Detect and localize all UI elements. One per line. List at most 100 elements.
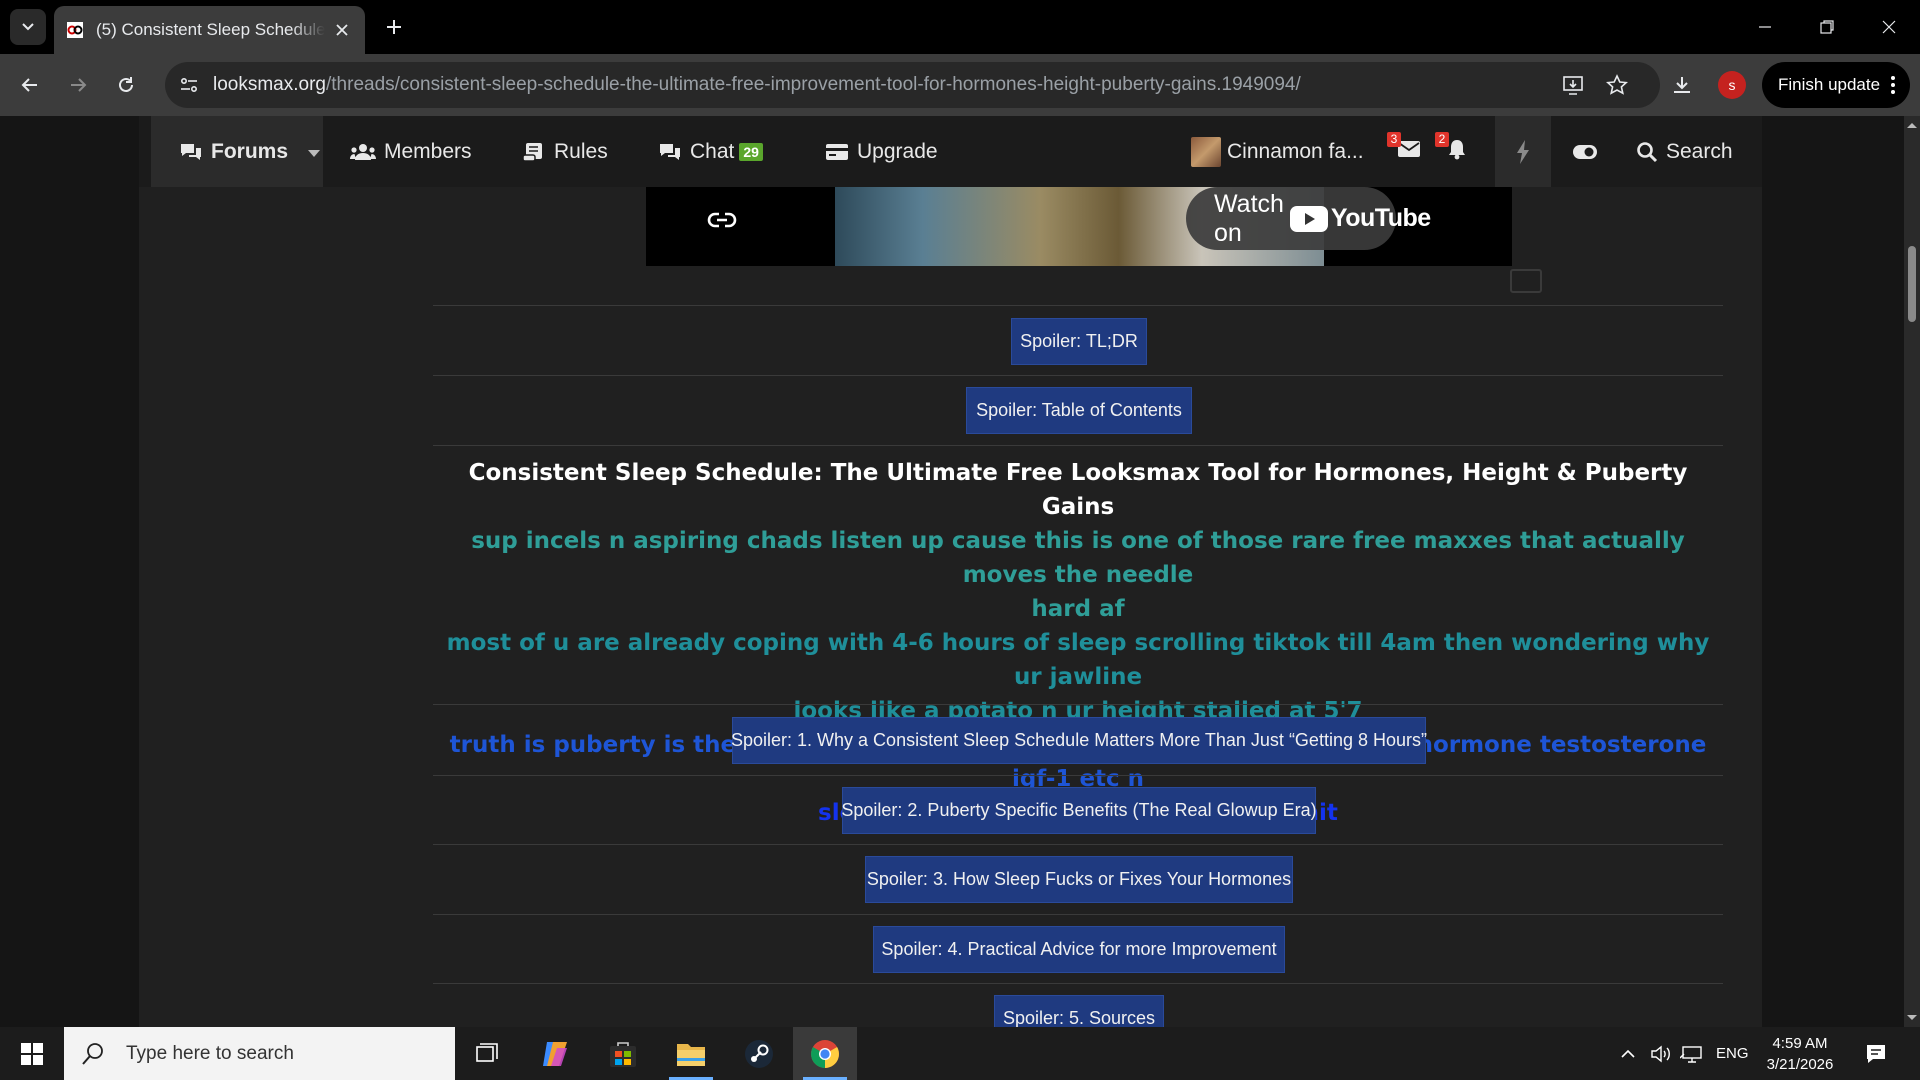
steam-icon — [745, 1039, 773, 1068]
notifications-button[interactable] — [1865, 1027, 1887, 1080]
spoiler-toc-button[interactable]: Spoiler: Table of Contents — [966, 387, 1192, 434]
taskbar-clock[interactable]: 4:59 AM 3/21/2026 — [1760, 1033, 1840, 1075]
divider — [433, 375, 1723, 376]
reload-button[interactable] — [108, 67, 144, 103]
restore-button[interactable] — [1797, 8, 1857, 46]
input-language[interactable]: ENG — [1716, 1027, 1749, 1080]
new-tab-button[interactable] — [380, 13, 408, 41]
plus-icon — [387, 20, 401, 34]
install-app-icon[interactable] — [1559, 71, 1587, 99]
close-window-button[interactable] — [1859, 8, 1919, 46]
spoiler-section-1-button[interactable]: Spoiler: 1. Why a Consistent Sleep Sched… — [731, 717, 1427, 764]
web-page: Forums Members Rules Chat 29 Upgrade Cin… — [0, 116, 1920, 1027]
style-toggle[interactable] — [1557, 116, 1613, 187]
youtube-play-icon — [1289, 205, 1328, 232]
scroll-down-icon[interactable] — [1904, 1011, 1920, 1025]
whats-new-button[interactable] — [1495, 116, 1551, 187]
active-tab[interactable]: (5) Consistent Sleep Schedule: The Ultim… — [54, 6, 365, 54]
comments-icon — [179, 142, 203, 162]
task-view-button[interactable] — [455, 1027, 519, 1080]
download-icon — [1674, 77, 1690, 93]
chevron-up-icon — [1621, 1049, 1635, 1058]
youtube-embed[interactable]: Watch on YouTube — [646, 187, 1512, 266]
chevron-down-icon — [22, 23, 34, 31]
nav-members[interactable]: Members — [350, 116, 472, 187]
url-host: looksmax.org — [213, 74, 326, 95]
spoiler-section-3-button[interactable]: Spoiler: 3. How Sleep Fucks or Fixes You… — [865, 856, 1293, 903]
windows-logo-icon — [21, 1042, 43, 1065]
address-bar[interactable]: looksmax.org/threads/consistent-sleep-sc… — [165, 62, 1660, 108]
scrollbar-thumb[interactable] — [1908, 246, 1916, 322]
site-info-icon[interactable] — [177, 73, 201, 97]
chrome-icon — [811, 1039, 839, 1068]
chat-notification-icon — [1867, 1044, 1885, 1063]
caret-down-icon[interactable] — [308, 140, 321, 164]
post-heading: Consistent Sleep Schedule: The Ultimate … — [468, 460, 1688, 520]
nav-search[interactable]: Search — [1636, 116, 1733, 187]
divider — [433, 704, 1723, 705]
browser-tab-bar: (5) Consistent Sleep Schedule: The Ultim… — [0, 0, 1920, 54]
chrome-app[interactable] — [793, 1027, 857, 1080]
forward-button[interactable] — [60, 67, 96, 103]
nav-rules-label: Rules — [554, 139, 608, 163]
close-tab-icon[interactable] — [331, 19, 353, 41]
intro-line: most of u are already coping with 4-6 ho… — [446, 630, 1710, 690]
reload-icon — [119, 77, 133, 92]
search-icon — [80, 1041, 106, 1067]
divider — [433, 914, 1723, 915]
spoiler-section-5-button[interactable]: Spoiler: 5. Sources — [994, 995, 1164, 1027]
windows-taskbar: Type here to search ENG 4:59 AM 3/21/202… — [0, 1027, 1920, 1080]
network-icon[interactable] — [1680, 1027, 1704, 1080]
scroll-up-icon[interactable] — [1904, 118, 1920, 132]
nav-alerts[interactable]: 2 — [1435, 116, 1477, 187]
nav-search-label: Search — [1666, 139, 1733, 163]
chat-bubbles-icon — [658, 142, 682, 162]
nav-upgrade[interactable]: Upgrade — [825, 116, 938, 187]
store-icon — [610, 1041, 636, 1067]
picture-in-picture-icon[interactable] — [1510, 269, 1542, 293]
users-icon — [350, 142, 376, 162]
post-body: Watch on YouTube Spoiler: TL;DR Spoiler:… — [433, 116, 1723, 1027]
clock-time: 4:59 AM — [1772, 1035, 1828, 1052]
nav-account[interactable]: Cinnamon fa... — [1191, 116, 1364, 187]
start-button[interactable] — [0, 1027, 64, 1080]
nav-upgrade-label: Upgrade — [857, 139, 938, 163]
watch-on-youtube-button[interactable]: Watch on YouTube — [1186, 187, 1431, 250]
nav-rules[interactable]: Rules — [522, 116, 608, 187]
show-hidden-icons[interactable] — [1620, 1027, 1636, 1080]
tab-search-button[interactable] — [10, 9, 46, 45]
nav-inbox[interactable]: 3 — [1387, 116, 1429, 187]
minimize-button[interactable] — [1735, 8, 1795, 46]
file-explorer-app[interactable] — [659, 1027, 723, 1080]
back-button[interactable] — [12, 67, 48, 103]
copilot-icon — [543, 1041, 567, 1066]
volume-icon[interactable] — [1650, 1027, 1672, 1080]
divider — [433, 775, 1723, 776]
bookmark-star-icon[interactable] — [1603, 71, 1631, 99]
taskbar-search-box[interactable]: Type here to search — [64, 1027, 455, 1080]
post-intro: Consistent Sleep Schedule: The Ultimate … — [433, 456, 1723, 830]
watch-on-label: Watch on — [1214, 189, 1284, 247]
finish-update-button[interactable]: Finish update — [1762, 62, 1910, 108]
nav-forums[interactable]: Forums — [151, 116, 323, 187]
steam-app[interactable] — [727, 1027, 791, 1080]
profile-avatar[interactable]: s — [1718, 71, 1746, 99]
divider — [433, 305, 1723, 306]
microsoft-store-app[interactable] — [591, 1027, 655, 1080]
minimize-icon — [1759, 26, 1771, 28]
copilot-app[interactable] — [523, 1027, 587, 1080]
close-icon — [1882, 20, 1896, 34]
divider — [433, 445, 1723, 446]
spoiler-section-4-button[interactable]: Spoiler: 4. Practical Advice for more Im… — [873, 926, 1285, 973]
search-icon — [1636, 141, 1658, 163]
spoiler-tldr-button[interactable]: Spoiler: TL;DR — [1011, 318, 1147, 365]
intro-line: sup incels n aspiring chads listen up ca… — [471, 528, 1685, 588]
nav-chat[interactable]: Chat 29 — [658, 116, 763, 187]
intro-line: hard af — [1031, 596, 1125, 622]
downloads-button[interactable] — [1664, 67, 1700, 103]
link-icon[interactable] — [706, 209, 738, 236]
more-vert-icon[interactable] — [1890, 74, 1896, 101]
screen: (5) Consistent Sleep Schedule: The Ultim… — [0, 0, 1920, 1080]
page-scrollbar[interactable] — [1904, 116, 1920, 1027]
spoiler-section-2-button[interactable]: Spoiler: 2. Puberty Specific Benefits (T… — [841, 787, 1317, 834]
